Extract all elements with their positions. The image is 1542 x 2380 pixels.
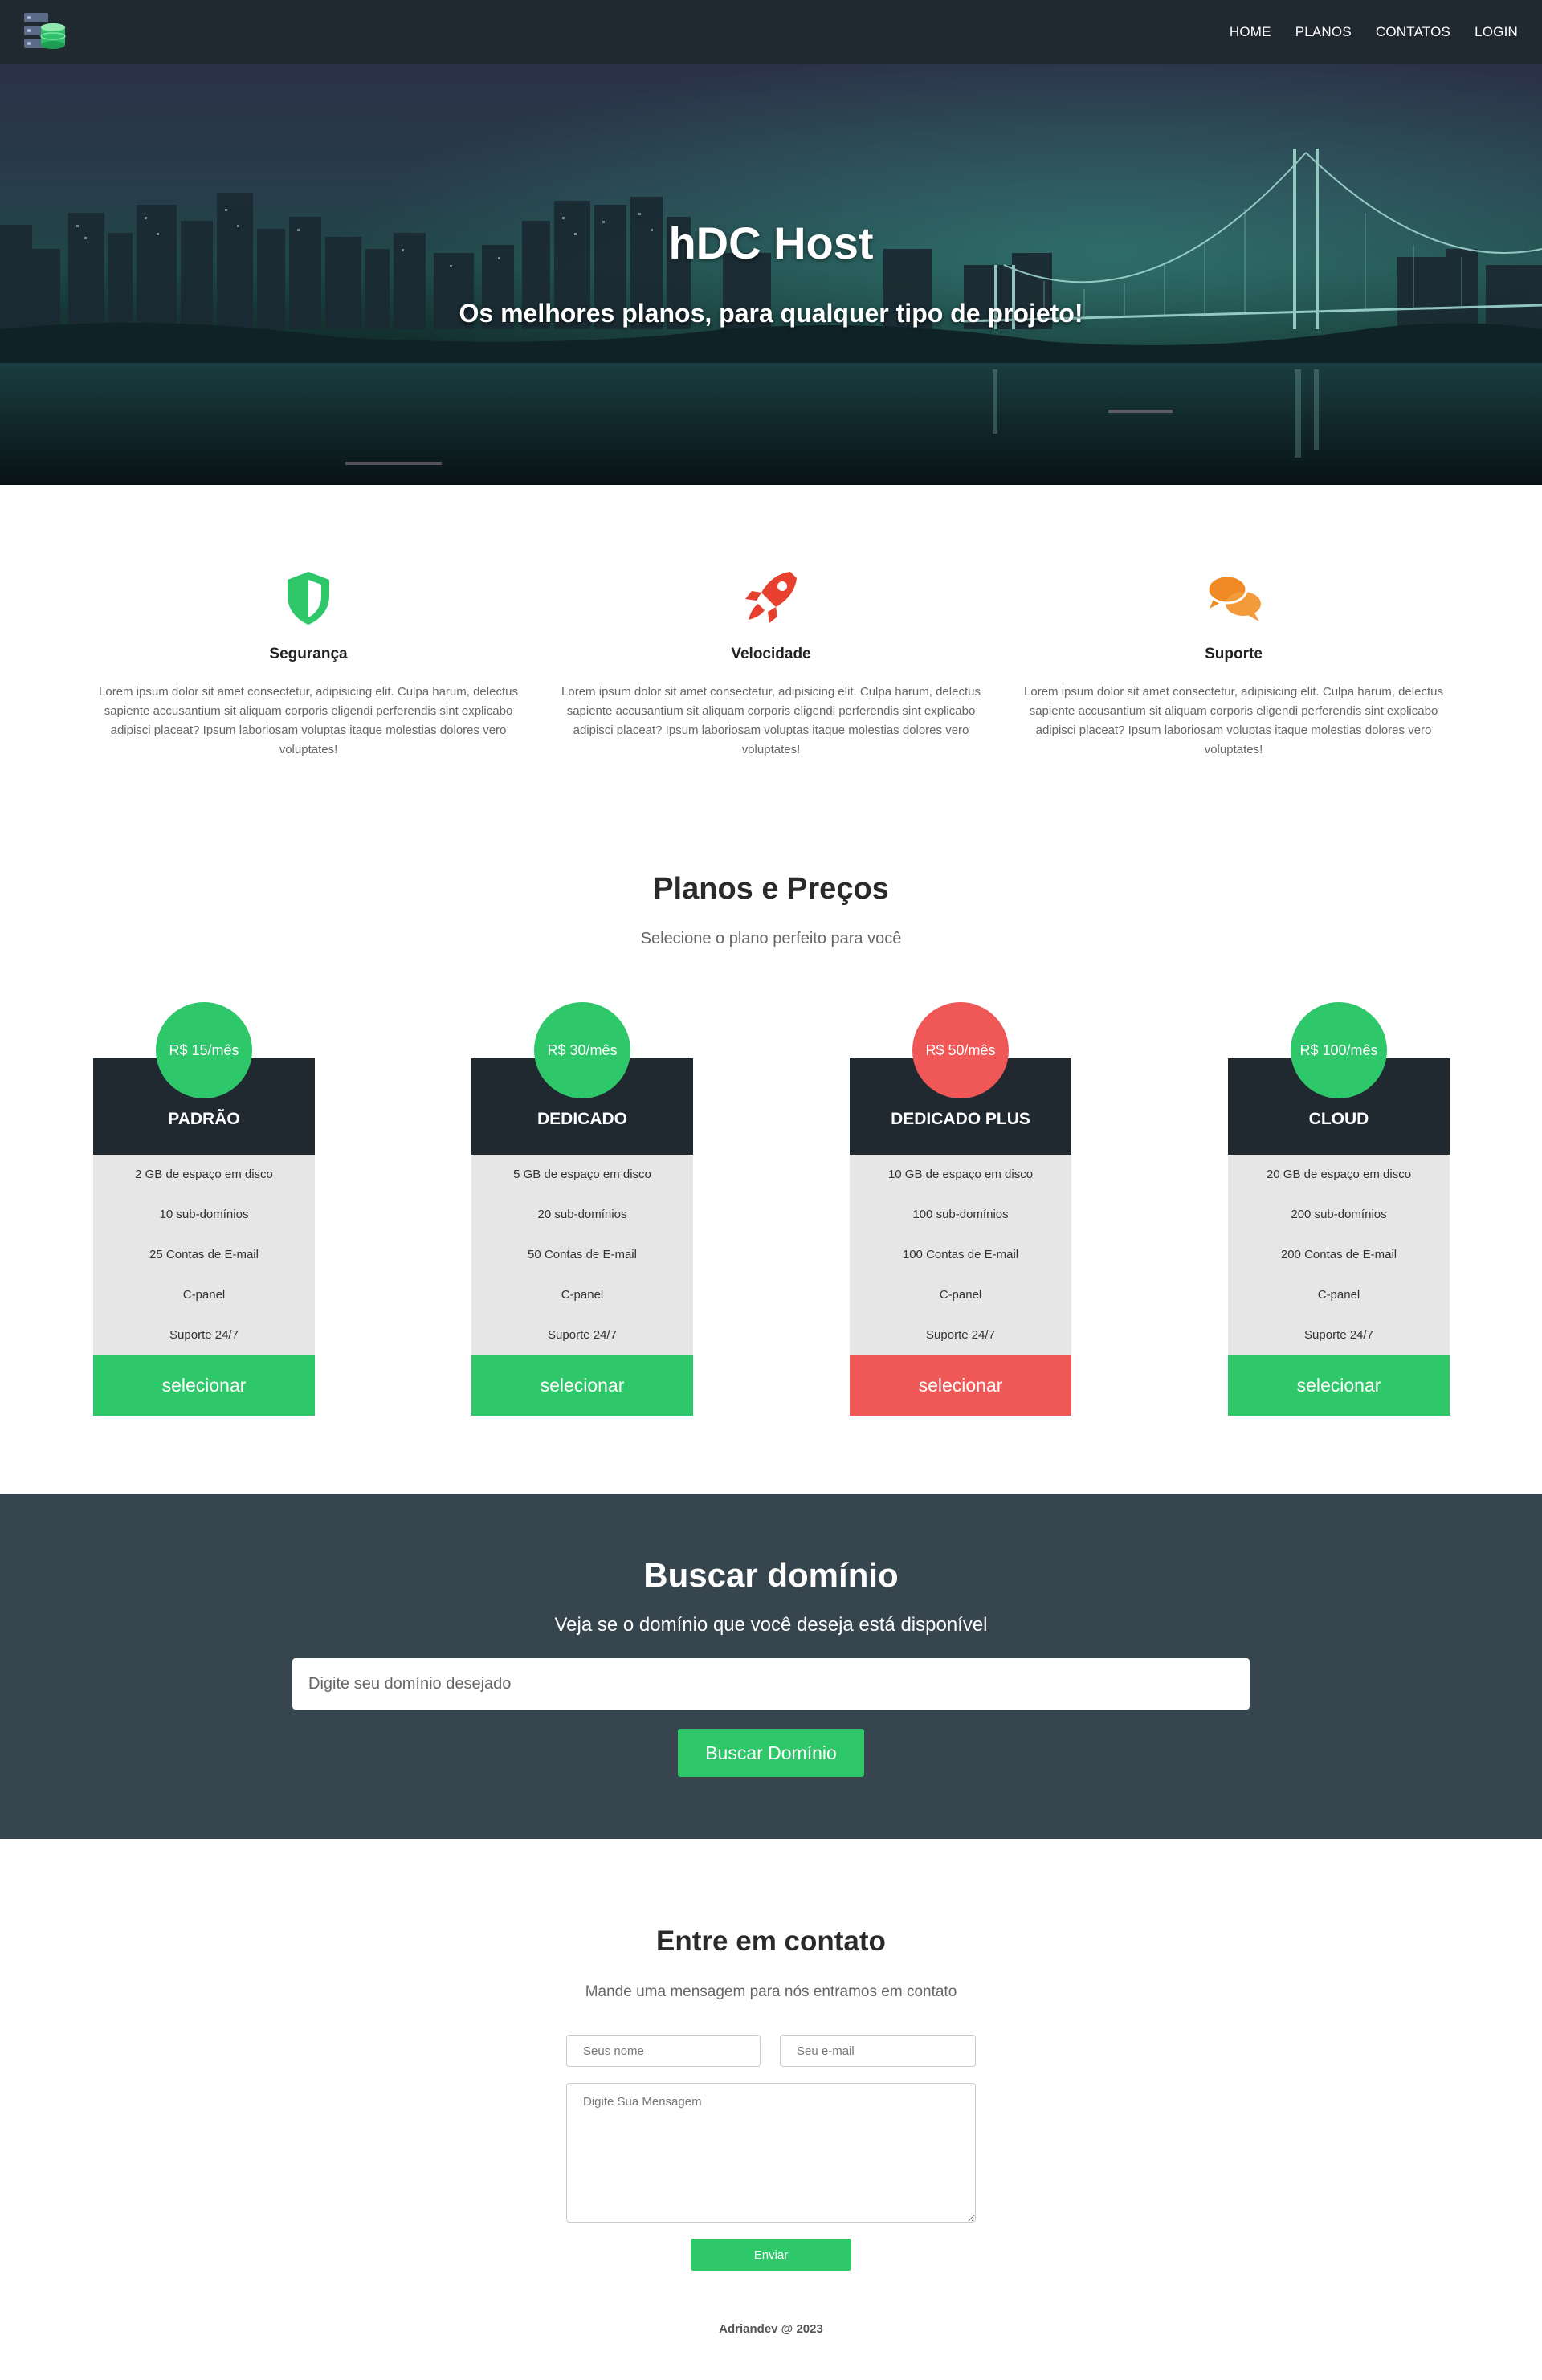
plan-features: 2 GB de espaço em disco 10 sub-domínios … xyxy=(93,1155,315,1355)
plan-feature: 200 Contas de E-mail xyxy=(1280,1248,1397,1261)
select-plan-button[interactable]: selecionar xyxy=(850,1355,1071,1416)
message-field[interactable] xyxy=(566,2083,976,2223)
plans-title: Planos e Preços xyxy=(653,872,889,906)
plan-feature: C-panel xyxy=(561,1288,604,1302)
top-navbar: HOME PLANOS CONTATOS LOGIN xyxy=(0,0,1542,64)
domain-search-section: Buscar domínio Veja se o domínio que voc… xyxy=(0,1494,1542,1839)
plan-feature: 10 GB de espaço em disco xyxy=(887,1168,1034,1181)
plan-feature: C-panel xyxy=(182,1288,226,1302)
feature-text: Lorem ipsum dolor sit amet consectetur, … xyxy=(99,685,518,756)
nav-link-home[interactable]: HOME xyxy=(1230,24,1271,40)
feature-text: Lorem ipsum dolor sit amet consectetur, … xyxy=(561,685,981,756)
domain-subtitle: Veja se o domínio que você deseja está d… xyxy=(554,1614,988,1636)
hero-subtitle: Os melhores planos, para qualquer tipo d… xyxy=(459,299,1083,328)
plan-feature: 10 sub-domínios xyxy=(159,1208,249,1221)
nav-link-planos[interactable]: PLANOS xyxy=(1295,24,1352,40)
plan-feature: 100 Contas de E-mail xyxy=(902,1248,1019,1261)
contact-subtitle: Mande uma mensagem para nós entramos em … xyxy=(585,1983,957,2000)
plan-feature: 200 sub-domínios xyxy=(1291,1208,1387,1221)
send-button[interactable]: Enviar xyxy=(691,2239,851,2271)
city-bridge-night-image xyxy=(0,64,1542,485)
domain-search-input[interactable] xyxy=(292,1658,1250,1710)
plan-feature: Suporte 24/7 xyxy=(169,1328,239,1342)
plan-name: DEDICADO PLUS xyxy=(891,1110,1030,1128)
contact-title: Entre em contato xyxy=(656,1926,886,1957)
feature-title: Segurança xyxy=(269,646,348,662)
price-badge: R$ 50/mês xyxy=(912,1002,1009,1098)
select-plan-button[interactable]: selecionar xyxy=(471,1355,693,1416)
rocket-icon xyxy=(745,572,797,623)
plan-feature: C-panel xyxy=(1317,1288,1360,1302)
plan-feature: 2 GB de espaço em disco xyxy=(135,1168,273,1181)
feature-suporte: Suporte Lorem ipsum dolor sit amet conse… xyxy=(1017,565,1450,760)
plan-feature: 5 GB de espaço em disco xyxy=(513,1168,651,1181)
nav-link-login[interactable]: LOGIN xyxy=(1475,24,1518,40)
plan-feature: 100 sub-domínios xyxy=(912,1208,1009,1221)
select-plan-button[interactable]: selecionar xyxy=(1228,1355,1450,1416)
plan-features: 5 GB de espaço em disco 20 sub-domínios … xyxy=(471,1155,693,1355)
plan-feature: Suporte 24/7 xyxy=(926,1328,995,1342)
plan-feature: C-panel xyxy=(939,1288,982,1302)
plan-features: 20 GB de espaço em disco 200 sub-domínio… xyxy=(1228,1155,1450,1355)
hero-title: hDC Host xyxy=(668,218,874,268)
plan-feature: Suporte 24/7 xyxy=(548,1328,617,1342)
price-badge: R$ 30/mês xyxy=(534,1002,630,1098)
name-field[interactable] xyxy=(566,2035,761,2067)
price-badge: R$ 100/mês xyxy=(1291,1002,1387,1098)
plan-feature: 50 Contas de E-mail xyxy=(528,1248,637,1261)
plan-feature: 25 Contas de E-mail xyxy=(149,1248,259,1261)
nav-links: HOME PLANOS CONTATOS LOGIN xyxy=(1230,0,1518,64)
hero-banner: hDC Host Os melhores planos, para qualqu… xyxy=(0,64,1542,485)
chat-bubbles-icon xyxy=(1206,574,1261,621)
price-badge: R$ 15/mês xyxy=(156,1002,252,1098)
plan-feature: 20 sub-domínios xyxy=(537,1208,627,1221)
domain-title: Buscar domínio xyxy=(643,1556,899,1594)
feature-text: Lorem ipsum dolor sit amet consectetur, … xyxy=(1024,685,1443,756)
plan-feature: 20 GB de espaço em disco xyxy=(1266,1168,1412,1181)
plan-features: 10 GB de espaço em disco 100 sub-domínio… xyxy=(850,1155,1071,1355)
feature-title: Suporte xyxy=(1205,646,1263,662)
plan-name: DEDICADO xyxy=(536,1110,627,1128)
select-plan-button[interactable]: selecionar xyxy=(93,1355,315,1416)
email-field[interactable] xyxy=(780,2035,976,2067)
plan-feature: Suporte 24/7 xyxy=(1304,1328,1373,1342)
feature-seguranca: Segurança Lorem ipsum dolor sit amet con… xyxy=(92,565,525,760)
nav-link-contatos[interactable]: CONTATOS xyxy=(1376,24,1450,40)
shield-icon xyxy=(288,572,329,625)
footer-text: Adriandev @ 2023 xyxy=(719,2322,823,2336)
plans-subtitle: Selecione o plano perfeito para você xyxy=(640,930,902,948)
plan-name: PADRÃO xyxy=(168,1110,240,1128)
feature-velocidade: Velocidade Lorem ipsum dolor sit amet co… xyxy=(554,565,988,760)
server-database-logo-icon[interactable] xyxy=(22,11,67,53)
domain-search-button[interactable]: Buscar Domínio xyxy=(678,1729,864,1777)
plan-name: CLOUD xyxy=(1308,1110,1369,1128)
feature-title: Velocidade xyxy=(731,646,811,662)
